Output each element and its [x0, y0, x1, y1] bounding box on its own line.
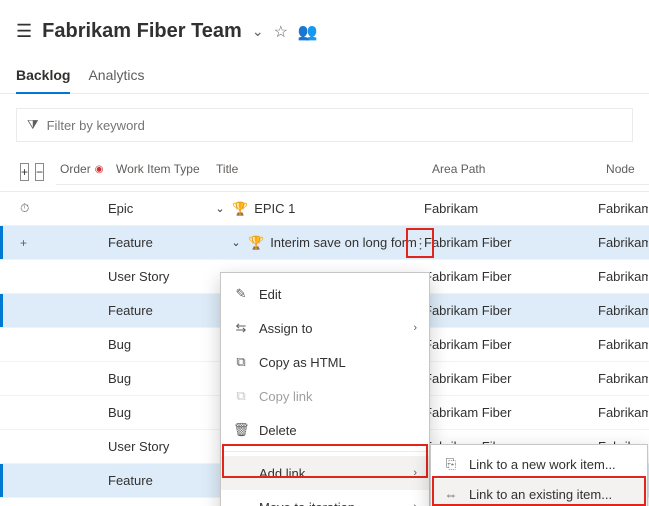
- row-node: Fabrikam: [598, 303, 648, 318]
- kebab-icon: ⋮: [414, 235, 427, 252]
- row-node: Fabrikam: [598, 337, 648, 352]
- grid-header-row: + − Order ◉ Work Item Type Title Area Pa…: [0, 152, 649, 191]
- menu-item-copy-as-html[interactable]: ⧉ Copy as HTML: [221, 345, 429, 379]
- row-node: Fabrikam: [598, 371, 648, 386]
- menu-item-edit[interactable]: ✎ Edit: [221, 277, 429, 311]
- column-headers: Order ◉ Work Item Type Title Area Path N…: [56, 158, 649, 185]
- menu-item-copy-link: ⧉ Copy link: [221, 379, 429, 413]
- row-chevron-icon[interactable]: ⌄: [230, 236, 242, 249]
- row-area-path: Fabrikam Fiber: [424, 337, 598, 352]
- row-indicator: +: [0, 236, 48, 250]
- submenu-item-label: Link to an existing item...: [469, 487, 612, 502]
- submenu-item-label: Link to a new work item...: [469, 457, 616, 472]
- row-area-path: Fabrikam Fiber: [424, 303, 598, 318]
- col-node[interactable]: Node: [606, 162, 649, 176]
- col-area-path[interactable]: Area Path: [432, 162, 606, 176]
- menu-item-label: Edit: [259, 287, 281, 302]
- row-title-text: EPIC 1: [254, 201, 295, 216]
- submenu-item-link-to-a-new-work-item[interactable]: ⎘ Link to a new work item...: [431, 449, 647, 479]
- tab-analytics[interactable]: Analytics: [88, 61, 144, 93]
- menu-item-icon: 🗑: [233, 422, 249, 438]
- tab-bar: Backlog Analytics: [0, 61, 649, 94]
- menu-item-label: Delete: [259, 423, 297, 438]
- menu-item-icon: ⇆: [233, 320, 249, 336]
- submenu-item-icon: ⎘: [443, 456, 459, 472]
- row-area-path: Fabrikam: [424, 201, 598, 216]
- row-area-path: Fabrikam Fiber: [424, 269, 598, 284]
- row-title-cell[interactable]: ⌄ 🏆 Interim save on long form: [208, 235, 424, 251]
- submenu-item-link-to-an-existing-item[interactable]: ⇔ Link to an existing item...: [431, 479, 647, 506]
- page-header: ☰ Fabrikam Fiber Team ⌄ ☆ 👥: [0, 0, 649, 43]
- row-area-path: Fabrikam Fiber: [424, 405, 598, 420]
- hamburger-icon[interactable]: ☰: [16, 21, 32, 42]
- menu-separator: [221, 451, 429, 452]
- row-chevron-icon[interactable]: ⌄: [214, 202, 226, 215]
- chevron-right-icon: ›: [413, 322, 417, 334]
- table-row[interactable]: ⏱ Epic ⌄ 🏆 EPIC 1 FabrikamFabrikam: [0, 192, 649, 226]
- team-members-icon[interactable]: 👥: [298, 22, 318, 42]
- row-node: Fabrikam: [598, 201, 648, 216]
- table-row[interactable]: + Feature ⌄ 🏆 Interim save on long form Fabri…: [0, 226, 649, 260]
- app-root: { "header": { "title": "Fabrikam Fiber T…: [0, 0, 649, 506]
- menu-item-label: Assign to: [259, 321, 312, 336]
- tab-backlog[interactable]: Backlog: [16, 61, 70, 93]
- menu-item-label: Move to iteration: [259, 500, 355, 506]
- expand-all-button[interactable]: +: [20, 163, 29, 181]
- menu-item-label: Copy as HTML: [259, 355, 346, 370]
- row-title-cell[interactable]: ⌄ 🏆 EPIC 1: [208, 201, 424, 217]
- row-type: Feature: [108, 303, 208, 318]
- menu-item-label: Add link: [259, 466, 305, 481]
- filter-icon: ⧩: [27, 117, 39, 133]
- menu-item-add-link[interactable]: Add link ›: [221, 456, 429, 490]
- page-title: Fabrikam Fiber Team: [42, 20, 242, 43]
- col-title[interactable]: Title: [216, 162, 432, 176]
- row-area-path: Fabrikam Fiber: [424, 235, 598, 250]
- col-order[interactable]: Order ◉: [56, 162, 116, 176]
- menu-item-icon: ⧉: [233, 354, 249, 370]
- title-row: ☰ Fabrikam Fiber Team ⌄ ☆ 👥: [16, 20, 633, 43]
- menu-item-icon: ⧉: [233, 388, 249, 404]
- menu-item-icon: ✎: [233, 286, 249, 302]
- row-node: Fabrikam: [598, 269, 648, 284]
- row-actions-button[interactable]: ⋮: [406, 228, 434, 258]
- row-node: Fabrikam: [598, 405, 648, 420]
- row-type: User Story: [108, 439, 208, 454]
- col-work-item-type[interactable]: Work Item Type: [116, 162, 216, 176]
- row-node: Fabrikam: [598, 235, 648, 250]
- menu-item-label: Copy link: [259, 389, 312, 404]
- row-type: Bug: [108, 405, 208, 420]
- chevron-right-icon: ›: [413, 501, 417, 506]
- context-menu: ✎ Edit ⇆ Assign to › ⧉ Copy as HTML ⧉ Copy link 🗑…: [220, 272, 430, 506]
- row-type: Feature: [108, 235, 208, 250]
- row-title-text: Interim save on long form: [270, 235, 417, 250]
- chevron-right-icon: ›: [413, 467, 417, 479]
- collapse-all-button[interactable]: −: [35, 163, 44, 181]
- sort-icon: ◉: [95, 164, 104, 175]
- row-type: Bug: [108, 337, 208, 352]
- row-indicator: ⏱: [0, 201, 48, 216]
- menu-item-delete[interactable]: 🗑 Delete: [221, 413, 429, 447]
- chevron-down-icon[interactable]: ⌄: [252, 23, 264, 40]
- filter-bar[interactable]: ⧩: [16, 108, 633, 142]
- menu-item-assign-to[interactable]: ⇆ Assign to ›: [221, 311, 429, 345]
- submenu-item-icon: ⇔: [443, 487, 459, 502]
- filter-input[interactable]: [47, 118, 622, 133]
- row-type: Bug: [108, 371, 208, 386]
- row-type: Epic: [108, 201, 208, 216]
- trophy-icon: 🏆: [232, 201, 248, 217]
- row-type: Feature: [108, 473, 208, 488]
- menu-item-move-to-iteration[interactable]: Move to iteration ›: [221, 490, 429, 506]
- row-type: User Story: [108, 269, 208, 284]
- add-link-submenu: ⎘ Link to a new work item... ⇔ Link to an e…: [430, 444, 648, 506]
- row-area-path: Fabrikam Fiber: [424, 371, 598, 386]
- favorite-star-icon[interactable]: ☆: [274, 22, 288, 42]
- col-order-label: Order: [60, 162, 91, 176]
- trophy-icon: 🏆: [248, 235, 264, 251]
